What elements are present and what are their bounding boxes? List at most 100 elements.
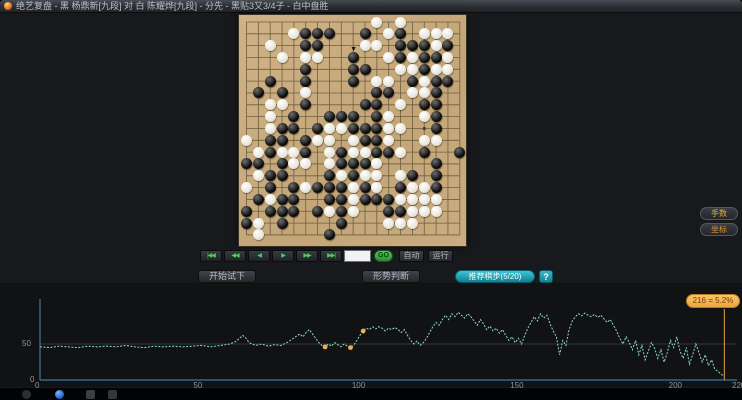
- move-number-input[interactable]: [344, 250, 371, 262]
- app-window: 绝艺复盘 - 黑 杨鼎新[九段] 对 白 陈耀烨[九段] - 分先 - 黑贴3又…: [0, 0, 742, 400]
- forward-1-button[interactable]: ▶: [272, 250, 294, 262]
- black-stone: [347, 75, 359, 87]
- white-stone: [395, 146, 407, 158]
- white-stone: [406, 63, 418, 75]
- black-stone: [335, 111, 347, 123]
- white-stone: [395, 217, 407, 229]
- black-stone: [359, 134, 371, 146]
- jump-end-button[interactable]: ▶▶|: [320, 250, 342, 262]
- help-button[interactable]: ?: [539, 270, 553, 283]
- window-title: 绝艺复盘 - 黑 杨鼎新[九段] 对 白 陈耀烨[九段] - 分先 - 黑贴3又…: [16, 0, 329, 11]
- trial-play-button[interactable]: 开始试下: [198, 270, 256, 283]
- app-icon: [4, 2, 12, 10]
- taskbar-icon[interactable]: [22, 390, 31, 399]
- white-stone: [241, 134, 252, 146]
- black-stone: [347, 63, 359, 75]
- white-stone: [406, 205, 418, 217]
- white-stone: [383, 217, 395, 229]
- back-1-button[interactable]: ◀: [248, 250, 270, 262]
- winrate-tooltip: 216 = 5.2%: [686, 294, 740, 308]
- move-number-toggle-button[interactable]: 手数: [700, 207, 738, 220]
- taskbar[interactable]: [0, 388, 742, 400]
- white-stone: [347, 205, 359, 217]
- white-stone: [371, 16, 383, 28]
- black-stone: [276, 205, 288, 217]
- auto-play-button[interactable]: 自动: [399, 250, 424, 262]
- black-stone: [312, 122, 324, 134]
- white-stone: [312, 51, 324, 63]
- taskbar-icon[interactable]: [108, 390, 117, 399]
- white-stone: [383, 134, 395, 146]
- white-stone: [430, 193, 442, 205]
- suggest-moves-button[interactable]: 推荐棋步(5/20): [455, 270, 535, 283]
- black-stone: [359, 158, 371, 170]
- white-stone: [430, 205, 442, 217]
- black-stone: [264, 182, 276, 194]
- black-stone: [359, 122, 371, 134]
- white-stone: [383, 75, 395, 87]
- coordinates-toggle-button[interactable]: 坐标: [700, 223, 738, 236]
- white-stone: [335, 122, 347, 134]
- black-stone: [359, 63, 371, 75]
- black-stone: [323, 182, 335, 194]
- black-stone: [323, 111, 335, 123]
- black-stone: [359, 28, 371, 40]
- white-stone: [395, 16, 407, 28]
- black-stone: [252, 193, 264, 205]
- white-stone: [323, 134, 335, 146]
- black-stone: [264, 134, 276, 146]
- start-orb[interactable]: [55, 390, 64, 399]
- black-stone: [241, 217, 252, 229]
- white-stone: [430, 63, 442, 75]
- white-stone: [406, 182, 418, 194]
- titlebar[interactable]: 绝艺复盘 - 黑 杨鼎新[九段] 对 白 陈耀烨[九段] - 分先 - 黑贴3又…: [0, 0, 742, 13]
- white-stone: [264, 193, 276, 205]
- black-stone: [335, 217, 347, 229]
- black-stone: [276, 217, 288, 229]
- white-stone: [418, 75, 430, 87]
- black-stone: [430, 99, 442, 111]
- go-board[interactable]: ▼: [238, 14, 467, 247]
- black-stone: [276, 87, 288, 99]
- black-stone: [347, 111, 359, 123]
- black-stone: [300, 63, 312, 75]
- white-stone: [406, 217, 418, 229]
- highlighted-move-dot: [322, 344, 328, 350]
- white-stone: [418, 193, 430, 205]
- position-judge-button[interactable]: 形势判断: [362, 270, 420, 283]
- white-stone: [264, 122, 276, 134]
- black-stone: [276, 134, 288, 146]
- black-stone: [335, 146, 347, 158]
- black-stone: [430, 170, 442, 182]
- white-stone: [418, 205, 430, 217]
- winrate-curve: [39, 299, 737, 381]
- white-stone: [430, 134, 442, 146]
- white-stone: [276, 51, 288, 63]
- white-stone: [371, 75, 383, 87]
- black-stone: [418, 63, 430, 75]
- black-stone: [347, 170, 359, 182]
- white-stone: [430, 40, 442, 52]
- current-move-marker: ▼: [350, 46, 358, 54]
- black-stone: [418, 40, 430, 52]
- winrate-graph[interactable]: 050100150200220050: [0, 283, 742, 390]
- back-10-button[interactable]: ◀◀: [224, 250, 246, 262]
- white-stone: [406, 193, 418, 205]
- white-stone: [395, 122, 407, 134]
- white-stone: [359, 146, 371, 158]
- black-stone: [418, 99, 430, 111]
- black-stone: [276, 122, 288, 134]
- black-stone: [347, 122, 359, 134]
- taskbar-icon[interactable]: [86, 390, 95, 399]
- white-stone: [276, 146, 288, 158]
- white-stone: [430, 28, 442, 40]
- go-button[interactable]: GO: [374, 250, 393, 262]
- white-stone: [418, 182, 430, 194]
- black-stone: [359, 99, 371, 111]
- white-stone: [288, 146, 300, 158]
- jump-start-button[interactable]: |◀◀: [200, 250, 222, 262]
- forward-10-button[interactable]: ▶▶: [296, 250, 318, 262]
- run-button[interactable]: 运行: [428, 250, 453, 262]
- white-stone: [347, 193, 359, 205]
- white-stone: [264, 40, 276, 52]
